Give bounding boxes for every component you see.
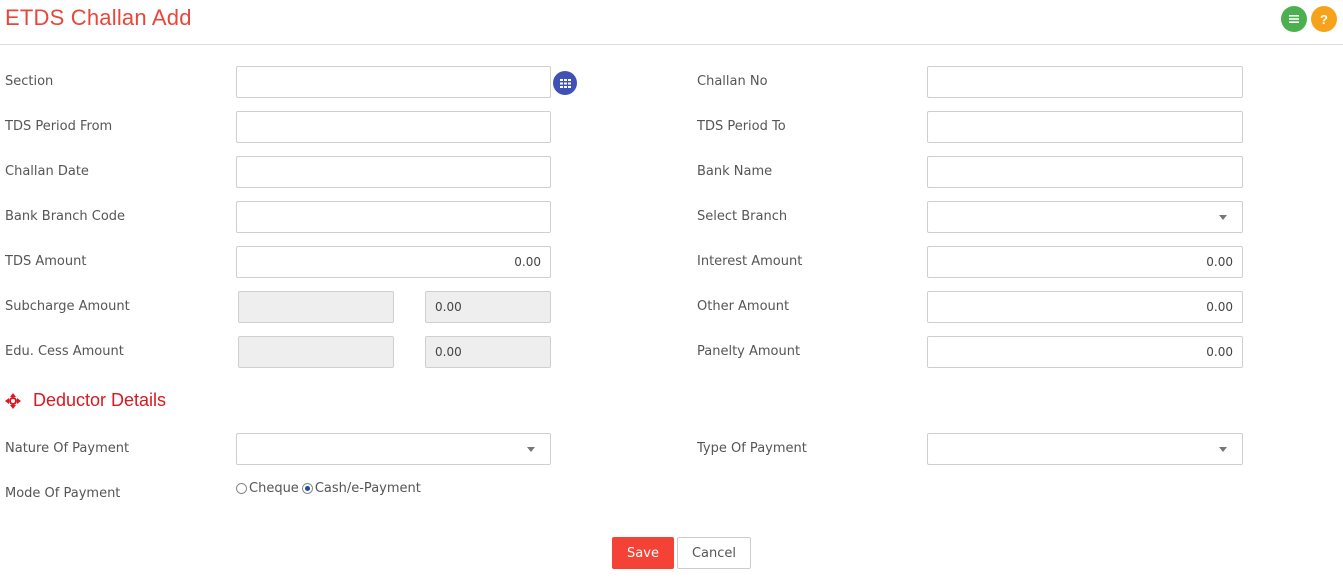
nature-of-payment-dropdown[interactable] <box>236 433 551 465</box>
grid-icon <box>559 78 571 88</box>
bank-name-input[interactable] <box>927 156 1243 188</box>
challan-date-input[interactable] <box>236 156 551 188</box>
section-label: Section <box>5 74 54 89</box>
tds-period-from-label: TDS Period From <box>5 119 113 134</box>
mode-of-payment-label: Mode Of Payment <box>5 486 121 501</box>
tds-period-to-label: TDS Period To <box>697 119 786 134</box>
bank-branch-code-label: Bank Branch Code <box>5 209 126 224</box>
select-branch-dropdown[interactable] <box>927 201 1243 233</box>
edu-cess-amount-label: Edu. Cess Amount <box>5 344 124 359</box>
challan-no-input[interactable] <box>927 66 1243 98</box>
mode-of-payment-radios: Cheque Cash/e-Payment <box>236 481 421 496</box>
list-icon <box>1289 15 1299 23</box>
challan-no-label: Challan No <box>697 74 768 89</box>
move-arrows-icon <box>5 392 21 409</box>
list-view-button[interactable] <box>1281 6 1307 32</box>
subcharge-rate-input <box>238 291 394 323</box>
section-input[interactable] <box>236 66 551 98</box>
cancel-button[interactable]: Cancel <box>677 537 751 569</box>
challan-date-label: Challan Date <box>5 164 89 179</box>
other-amount-input[interactable]: 0.00 <box>927 291 1243 323</box>
help-button[interactable]: ? <box>1311 6 1337 32</box>
subcharge-amount-label: Subcharge Amount <box>5 299 130 314</box>
tds-period-to-input[interactable] <box>927 111 1243 143</box>
bank-name-label: Bank Name <box>697 164 773 179</box>
help-icon: ? <box>1320 11 1328 27</box>
section-lookup-button[interactable] <box>553 71 577 95</box>
edu-cess-rate-input <box>238 336 394 368</box>
bank-branch-code-input[interactable] <box>236 201 551 233</box>
panelty-amount-input[interactable]: 0.00 <box>927 336 1243 368</box>
nature-of-payment-label: Nature Of Payment <box>5 441 130 456</box>
select-branch-label: Select Branch <box>697 209 788 224</box>
other-amount-label: Other Amount <box>697 299 790 314</box>
interest-amount-input[interactable]: 0.00 <box>927 246 1243 278</box>
subcharge-amount-input: 0.00 <box>425 291 551 323</box>
tds-amount-input[interactable]: 0.00 <box>236 246 551 278</box>
tds-period-from-input[interactable] <box>236 111 551 143</box>
type-of-payment-dropdown[interactable] <box>927 433 1243 465</box>
cheque-radio[interactable] <box>236 483 247 494</box>
cash-epayment-radio[interactable] <box>301 483 313 494</box>
panelty-amount-label: Panelty Amount <box>697 344 801 359</box>
deductor-details-title: Deductor Details <box>33 390 167 410</box>
edu-cess-amount-input: 0.00 <box>425 336 551 368</box>
type-of-payment-label: Type Of Payment <box>697 441 807 456</box>
page-title: ETDS Challan Add <box>5 5 192 30</box>
cheque-radio-label[interactable]: Cheque <box>249 481 299 496</box>
save-button[interactable]: Save <box>612 537 674 569</box>
header-divider <box>0 44 1343 45</box>
interest-amount-label: Interest Amount <box>697 254 803 269</box>
deductor-details-heading: Deductor Details <box>5 390 166 411</box>
cash-epayment-radio-label[interactable]: Cash/e-Payment <box>315 481 421 496</box>
tds-amount-label: TDS Amount <box>5 254 87 269</box>
